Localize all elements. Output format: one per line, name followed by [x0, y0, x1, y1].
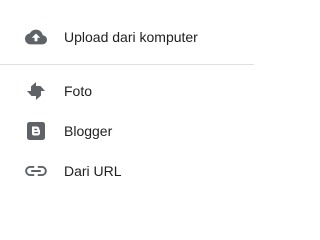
- menu-item-label: Foto: [64, 83, 93, 99]
- menu-item-label: Upload dari komputer: [64, 29, 198, 45]
- menu-item-from-url[interactable]: Dari URL: [0, 151, 254, 191]
- insert-image-menu: Upload dari komputer Foto Blogger Dari U…: [0, 0, 254, 207]
- blogger-icon: [24, 119, 48, 143]
- cloud-upload-icon: [24, 25, 48, 49]
- menu-divider: [0, 64, 254, 65]
- menu-item-blogger[interactable]: Blogger: [0, 111, 254, 151]
- menu-item-photos[interactable]: Foto: [0, 71, 254, 111]
- menu-item-label: Dari URL: [64, 163, 122, 179]
- menu-item-label: Blogger: [64, 123, 113, 139]
- link-icon: [24, 159, 48, 183]
- photos-pinwheel-icon: [24, 79, 48, 103]
- menu-item-upload-from-computer[interactable]: Upload dari komputer: [0, 17, 254, 57]
